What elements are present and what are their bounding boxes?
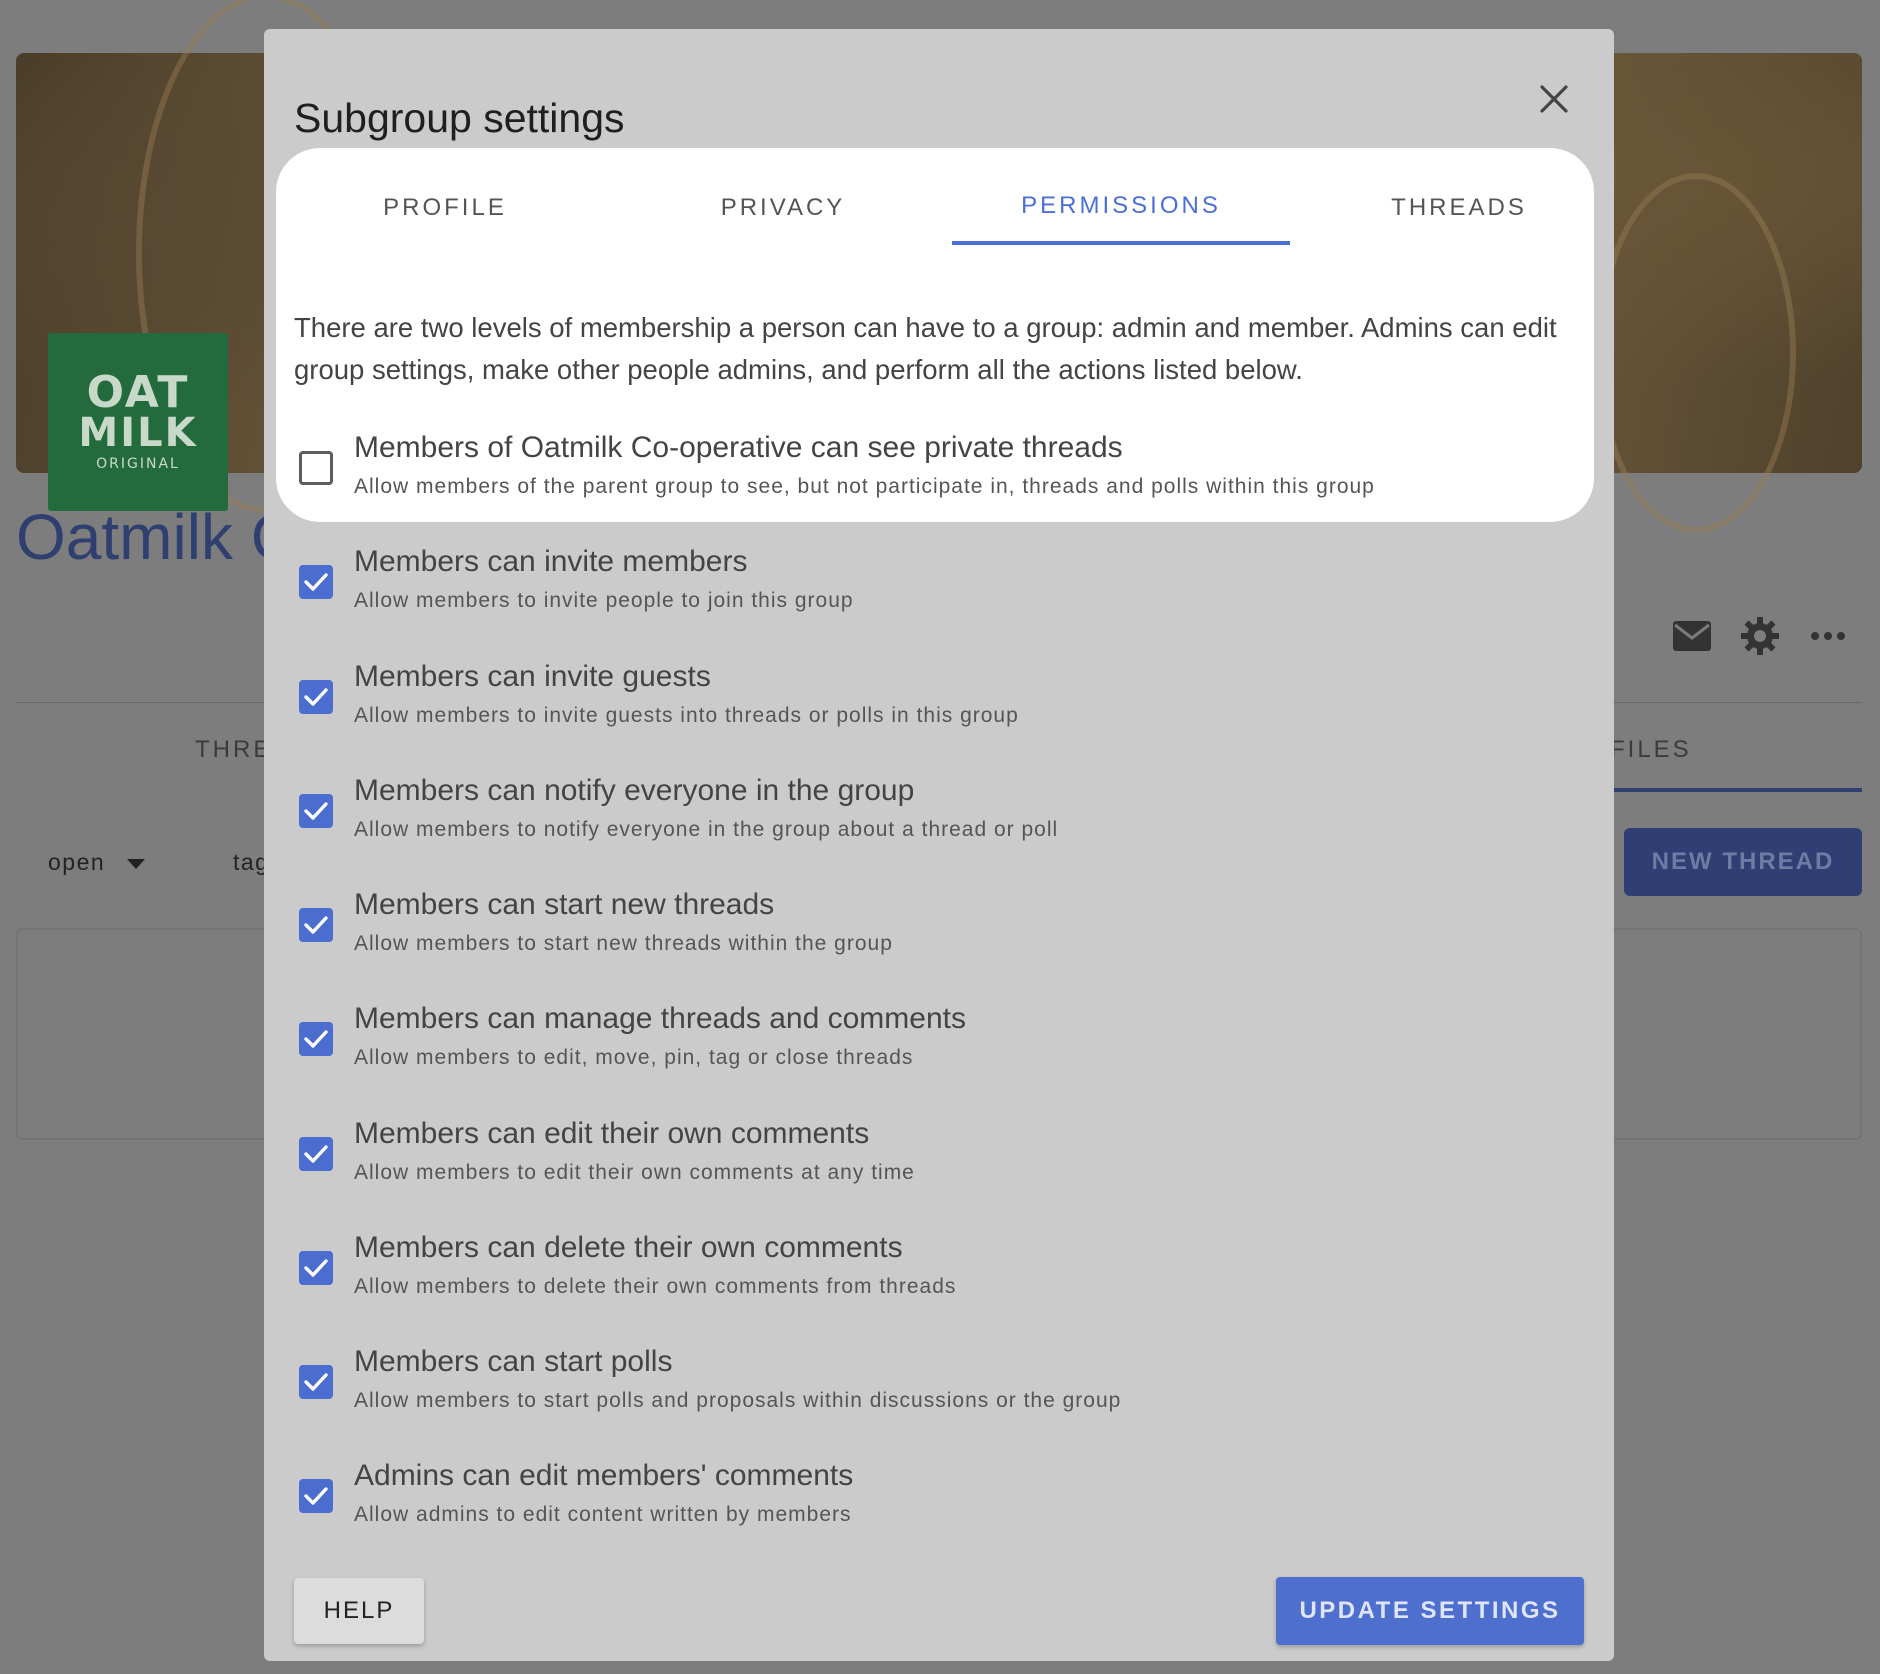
checkbox-checked[interactable]: [299, 679, 333, 714]
group-logo[interactable]: OAT MILK ORIGINAL: [48, 333, 228, 511]
tab-underline: [1610, 788, 1862, 792]
check-icon: [304, 916, 328, 934]
group-title: Oatmilk C: [16, 501, 297, 573]
close-button[interactable]: [1526, 71, 1582, 127]
permission-row[interactable]: Members can invite members Allow members …: [294, 545, 1574, 641]
status-filter-label: open: [48, 849, 106, 875]
permission-description: Allow members to invite guests into thre…: [354, 703, 1019, 727]
subgroup-settings-dialog: Subgroup settings PROFILE PRIVACY PERMIS…: [264, 29, 1614, 1661]
permission-description: Allow members to edit their own comments…: [354, 1160, 915, 1184]
permission-label: Members can start new threads: [354, 888, 775, 921]
checkbox-checked[interactable]: [299, 1479, 333, 1514]
check-icon: [304, 687, 328, 706]
checkbox-checked[interactable]: [299, 908, 333, 942]
check-icon: [304, 1144, 328, 1163]
check-icon: [304, 1030, 328, 1048]
permission-row[interactable]: Members can invite guests Allow members t…: [294, 660, 1574, 756]
checkbox-checked[interactable]: [299, 1136, 333, 1171]
checkbox-unchecked[interactable]: [299, 451, 333, 485]
permission-description: Allow members to delete their own commen…: [354, 1274, 957, 1298]
permission-row[interactable]: Members can start new threads Allow membe…: [294, 888, 1574, 984]
permission-description: Allow members to notify everyone in the …: [354, 817, 1059, 841]
permission-label: Members can invite guests: [354, 659, 711, 693]
permission-description: Allow admins to edit content written by …: [354, 1503, 852, 1527]
permission-row[interactable]: Members can notify everyone in the group…: [294, 774, 1574, 870]
checkbox-checked[interactable]: [299, 1250, 333, 1285]
permission-row[interactable]: Admins can edit members' comments Allow a…: [294, 1459, 1574, 1555]
permission-row[interactable]: Members of Oatmilk Co-operative can see …: [294, 431, 1574, 527]
more-horizontal-icon[interactable]: [1806, 614, 1850, 658]
tab-privacy[interactable]: PRIVACY: [614, 171, 952, 245]
permission-description: Allow members to edit, move, pin, tag or…: [354, 1046, 914, 1070]
permission-label: Admins can edit members' comments: [354, 1459, 854, 1493]
permission-row[interactable]: Members can start polls Allow members to …: [294, 1345, 1574, 1441]
update-settings-button[interactable]: UPDATE SETTINGS: [1276, 1577, 1584, 1645]
permission-row[interactable]: Members can edit their own comments Allow…: [294, 1117, 1574, 1213]
tab-files[interactable]: FILES: [1610, 736, 1692, 764]
mail-icon[interactable]: [1670, 614, 1714, 658]
gear-icon[interactable]: [1738, 614, 1782, 658]
dialog-tabs: PROFILE PRIVACY PERMISSIONS THREADS: [276, 171, 1594, 245]
permission-row[interactable]: Members can manage threads and comments A…: [294, 1002, 1574, 1098]
dialog-title: Subgroup settings: [294, 95, 625, 141]
check-icon: [304, 1373, 328, 1391]
permission-row[interactable]: Members can delete their own comments All…: [294, 1231, 1574, 1327]
check-icon: [304, 573, 328, 591]
permission-label: Members of Oatmilk Co-operative can see …: [354, 431, 1123, 464]
tab-profile[interactable]: PROFILE: [276, 171, 614, 245]
check-icon: [304, 1487, 328, 1505]
close-icon: [1540, 85, 1568, 113]
checkbox-checked[interactable]: [299, 793, 333, 828]
permission-label: Members can edit their own comments: [354, 1116, 870, 1150]
permissions-intro: There are two levels of membership a per…: [294, 312, 1557, 385]
permission-label: Members can delete their own comments: [354, 1230, 903, 1264]
permission-description: Allow members to invite people to join t…: [354, 589, 854, 613]
check-icon: [304, 802, 328, 820]
tab-threads[interactable]: THREADS: [1290, 171, 1628, 245]
tab-permissions[interactable]: PERMISSIONS: [952, 171, 1290, 245]
status-filter[interactable]: open: [48, 849, 146, 876]
permission-label: Members can manage threads and comments: [354, 1002, 966, 1036]
permission-description: Allow members to start polls and proposa…: [354, 1389, 1122, 1412]
checkbox-checked[interactable]: [299, 1365, 333, 1399]
permission-description: Allow members of the parent group to see…: [354, 475, 1375, 498]
check-icon: [304, 1259, 328, 1277]
permission-description: Allow members to start new threads withi…: [354, 932, 893, 955]
help-button[interactable]: HELP: [294, 1578, 424, 1644]
group-actions: [1670, 614, 1850, 662]
checkbox-checked[interactable]: [299, 1022, 333, 1057]
permission-label: Members can start polls: [354, 1345, 673, 1378]
permission-label: Members can invite members: [354, 545, 748, 579]
chevron-down-icon: [127, 858, 146, 869]
permission-label: Members can notify everyone in the group: [354, 773, 915, 807]
new-thread-button[interactable]: NEW THREAD: [1624, 828, 1862, 896]
tab-threads[interactable]: THRE: [195, 736, 272, 764]
checkbox-checked[interactable]: [299, 565, 333, 600]
